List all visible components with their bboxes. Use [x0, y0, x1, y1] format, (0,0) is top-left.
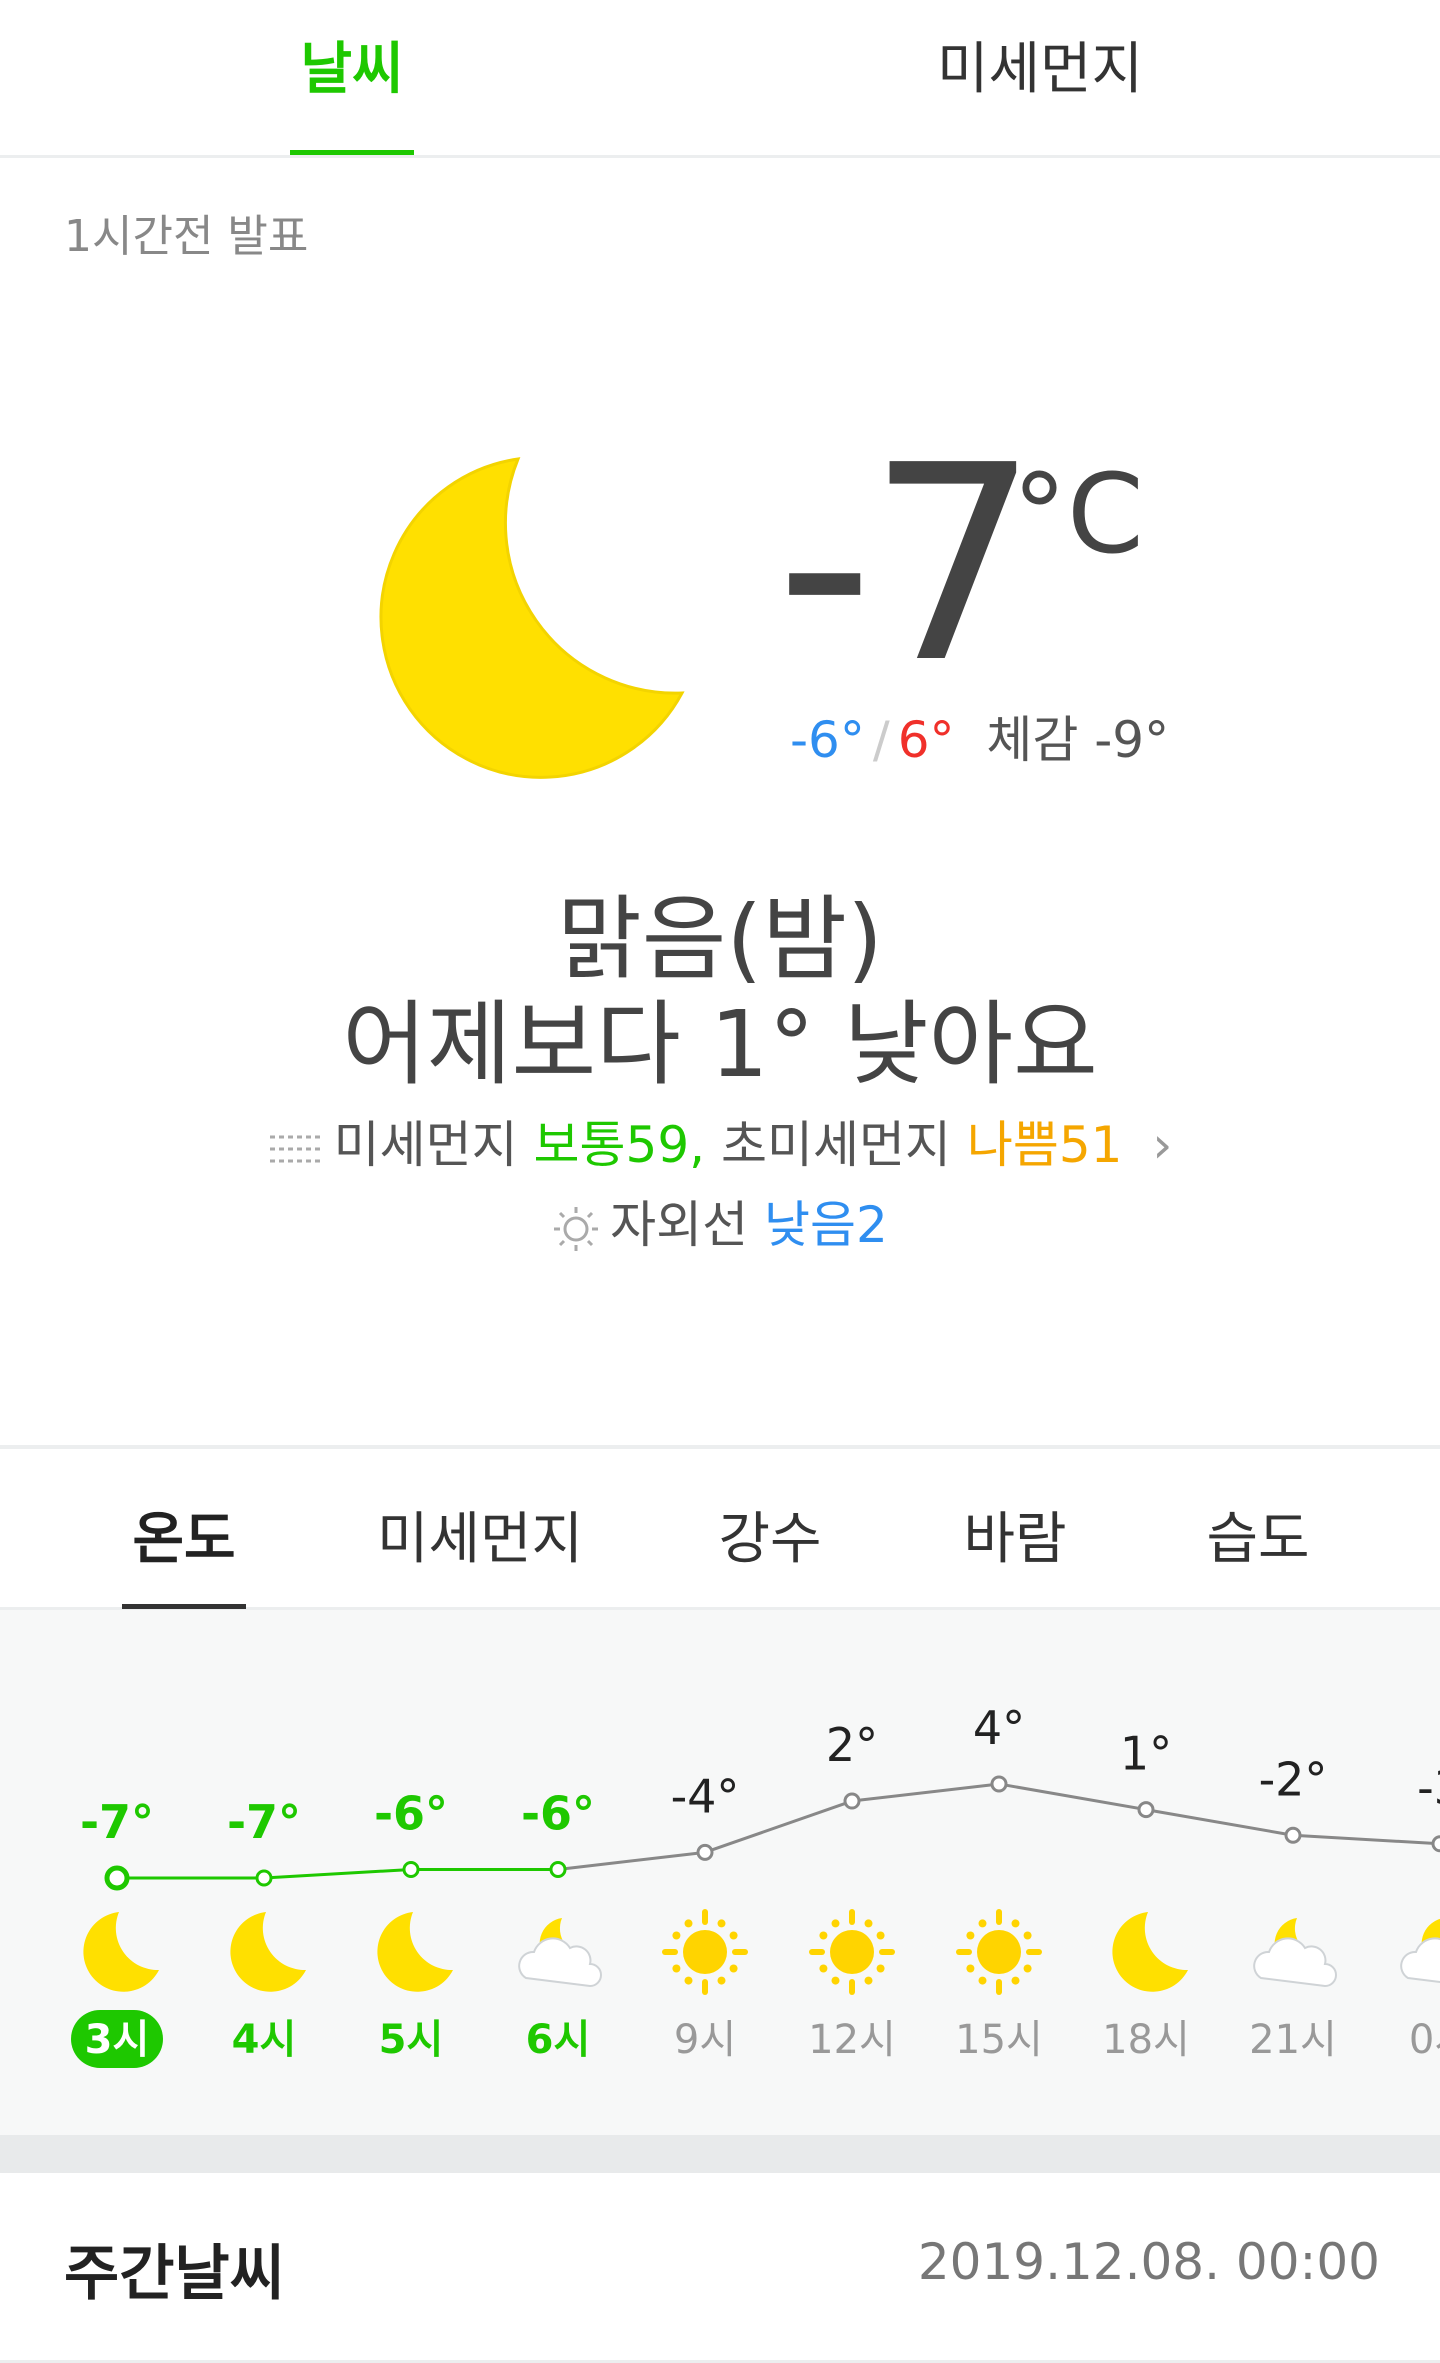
weekly-date: 2019.12.08. 00:00 [917, 2233, 1380, 2291]
moon-icon [379, 457, 685, 779]
feels-like: 체감 -9° [986, 711, 1170, 769]
temp-value-label: -3 [1417, 1761, 1440, 1815]
sun-icon [809, 1909, 895, 1995]
hour-label: 18시 [1102, 2017, 1190, 2063]
uv-value: 낮음2 [764, 1196, 888, 1254]
temp-value-label: 1° [1120, 1727, 1172, 1781]
temp-point [255, 1869, 273, 1887]
hour-label: 6시 [526, 2017, 591, 2063]
temp-point [549, 1860, 567, 1878]
moon-icon [377, 1912, 453, 1992]
temp-value-label: -6° [521, 1786, 595, 1840]
temp-line-segment [263, 1867, 412, 1880]
dust-value: 보통59, [533, 1116, 706, 1174]
moon-icon [1112, 1912, 1188, 1992]
dust-label: 미세먼지 [333, 1116, 518, 1174]
max-temp: 6° [897, 711, 955, 769]
tab-temperature[interactable]: 온도 [122, 1494, 246, 1575]
temp-value-label: 4° [973, 1701, 1025, 1755]
temp-point [1431, 1835, 1440, 1853]
tab-weather[interactable]: 날씨 [290, 30, 414, 110]
min-temp: -6° [790, 711, 865, 769]
uv-label: 자외선 [610, 1196, 749, 1254]
moon-cloud-icon [1253, 1918, 1337, 1988]
temp-line-segment [557, 1850, 706, 1871]
moon-cloud-icon [1400, 1918, 1440, 1984]
temperature-unit: °C [1012, 450, 1144, 578]
temp-value-label: -7° [227, 1795, 301, 1849]
temp-value-label: 2° [826, 1718, 878, 1772]
weekly-title: 주간날씨 [64, 2239, 285, 2309]
tab-wind[interactable]: 바람 [945, 1494, 1085, 1575]
update-time: 1시간전 발표 [64, 211, 309, 262]
top-tab-bar: 날씨 미세먼지 [0, 0, 1440, 158]
hour-label: 5시 [379, 2017, 444, 2063]
sub-tab-indicator [122, 1604, 246, 1609]
active-tab-indicator [290, 150, 414, 155]
temp-value-label: -4° [671, 1769, 740, 1823]
fine-dust-value: 나쁨51 [966, 1116, 1123, 1174]
temp-point [843, 1792, 861, 1810]
hour-label: 9시 [674, 2017, 736, 2063]
hour-label: 0시 [1409, 2017, 1440, 2063]
forecast-tab-bar: 온도 미세먼지 강수 바람 습도 [0, 1449, 1440, 1610]
temp-point [990, 1775, 1008, 1793]
sun-icon [956, 1909, 1042, 1995]
section-divider-bottom [0, 2135, 1440, 2173]
hour-label: 4시 [232, 2017, 297, 2063]
tab-humidity[interactable]: 습도 [1188, 1494, 1328, 1575]
sun-icon [662, 1909, 748, 1995]
moon-cloud-icon [518, 1918, 602, 1988]
temp-line-segment [851, 1782, 1000, 1803]
temp-point [1284, 1826, 1302, 1844]
tab-precipitation[interactable]: 강수 [700, 1494, 840, 1575]
uv-sun-icon [554, 1206, 599, 1251]
tab-fine-dust[interactable]: 미세먼지 [900, 30, 1180, 110]
weekly-weather-header[interactable]: 주간날씨 2019.12.08. 00:00 [0, 2173, 1440, 2363]
min-max-feels: -6°/6° 체감 -9° [790, 700, 1169, 772]
hourly-temperature-chart: -7° 3시 -7° 4시 -6° 5시 -6° 6시 -4° 9시 2° 12시 4° 15시 1° 18시… [71, 1701, 1440, 2068]
compare-yesterday: 어제보다 1° 낮아요 [342, 991, 1098, 1098]
hourly-forecast[interactable]: -7° 3시 -7° 4시 -6° 5시 -6° 6시 -4° 9시 2° 12시 4° 15시 1° 18시… [0, 1610, 1440, 2135]
chevron-right-icon: › [1152, 1116, 1173, 1174]
hour-label: 3시 [85, 2017, 150, 2063]
uv-index: 자외선 낮음2 [0, 1185, 1440, 1257]
temp-line-segment [1145, 1808, 1294, 1837]
temp-value-label: -6° [374, 1786, 448, 1840]
moon-icon [230, 1912, 306, 1992]
dust-icon [269, 1135, 322, 1162]
air-quality-link[interactable]: 미세먼지 보통59, 초미세먼지 나쁨51 › [0, 1105, 1440, 1177]
current-temperature: -7 [776, 407, 1039, 722]
temp-value-label: -7° [80, 1795, 154, 1849]
hour-label: 15시 [955, 2017, 1043, 2063]
temp-value-label: -2° [1259, 1752, 1328, 1806]
moon-icon [83, 1912, 159, 1992]
temp-line-segment [998, 1782, 1147, 1812]
tab-dust[interactable]: 미세먼지 [360, 1494, 600, 1575]
temp-point [104, 1865, 130, 1891]
min-max-separator: / [872, 711, 890, 769]
temp-point [1137, 1801, 1155, 1819]
hour-label: 12시 [808, 2017, 896, 2063]
temp-line-segment [1292, 1833, 1440, 1846]
hour-label: 21시 [1249, 2017, 1337, 2063]
temp-point [696, 1843, 714, 1861]
fine-dust-label: 초미세먼지 [720, 1116, 951, 1174]
temp-point [402, 1860, 420, 1878]
